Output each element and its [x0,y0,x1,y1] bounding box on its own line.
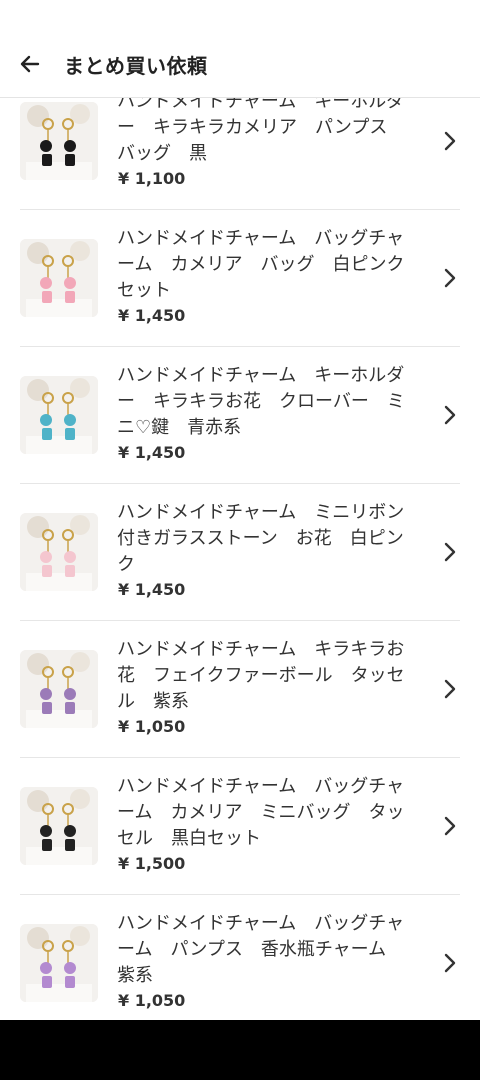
chevron-right-icon [444,131,456,151]
list-item[interactable]: ハンドメイドチャーム キラキラお花 フェイクファーボール タッセル 紫系 ¥ 1… [0,621,480,758]
list-item[interactable]: ハンドメイドチャーム バッグチャーム カメリア ミニバッグ タッセル 黒白セット… [0,758,480,895]
list-item[interactable]: ハンドメイドチャーム キーホルダー キラキラカメリア パンプス バッグ 黒 ¥ … [0,98,480,210]
chevron-right-icon [444,816,456,836]
product-thumbnail [20,650,98,728]
chevron-right-icon [444,953,456,973]
product-thumbnail [20,924,98,1002]
product-title: ハンドメイドチャーム キーホルダー キラキラお花 クローバー ミニ♡鍵 青赤系 [117,365,405,438]
page-title: まとめ買い依頼 [64,54,208,78]
product-price: ¥ 1,450 [118,443,186,462]
product-title: ハンドメイドチャーム バッグチャーム カメリア バッグ 白ピンクセット [117,228,405,301]
product-list-inner: ハンドメイドチャーム キーホルダー キラキラカメリア パンプス バッグ 黒 ¥ … [0,98,480,1020]
list-item[interactable]: ハンドメイドチャーム バッグチャーム カメリア バッグ 白ピンクセット ¥ 1,… [0,210,480,347]
product-price: ¥ 1,050 [118,991,186,1010]
list-item[interactable]: ハンドメイドチャーム キーホルダー キラキラお花 クローバー ミニ♡鍵 青赤系 … [0,347,480,484]
product-price: ¥ 1,450 [118,580,186,599]
chevron-right-icon [444,679,456,699]
system-navigation-bar [0,1020,480,1080]
product-price: ¥ 1,050 [118,717,186,736]
product-thumbnail [20,376,98,454]
app-bar: まとめ買い依頼 [0,0,480,98]
product-list[interactable]: ハンドメイドチャーム キーホルダー キラキラカメリア パンプス バッグ 黒 ¥ … [0,98,480,1020]
list-item[interactable]: ハンドメイドチャーム ミニリボン付きガラスストーン お花 白ピンク ¥ 1,45… [0,484,480,621]
product-title: ハンドメイドチャーム バッグチャーム パンプス 香水瓶チャーム 紫系 [117,913,405,986]
product-title: ハンドメイドチャーム キーホルダー キラキラカメリア パンプス バッグ 黒 [117,98,406,164]
product-title: ハンドメイドチャーム キラキラお花 フェイクファーボール タッセル 紫系 [117,639,405,712]
product-thumbnail [20,787,98,865]
screen: まとめ買い依頼 ハンドメイドチャーム キーホルダー キラキラカメリア パンプス … [0,0,480,1080]
product-price: ¥ 1,500 [118,854,186,873]
product-thumbnail [20,102,98,180]
arrow-left-icon [20,55,40,73]
product-price: ¥ 1,450 [118,306,186,325]
chevron-right-icon [444,268,456,288]
product-title: ハンドメイドチャーム ミニリボン付きガラスストーン お花 白ピンク [117,502,405,575]
chevron-right-icon [444,405,456,425]
list-item[interactable]: ハンドメイドチャーム バッグチャーム パンプス 香水瓶チャーム 紫系 ¥ 1,0… [0,895,480,1020]
product-title: ハンドメイドチャーム バッグチャーム カメリア ミニバッグ タッセル 黒白セット [117,776,405,849]
chevron-right-icon [444,542,456,562]
product-thumbnail [20,513,98,591]
product-thumbnail [20,239,98,317]
product-price: ¥ 1,100 [118,169,186,188]
back-button[interactable] [10,44,50,84]
